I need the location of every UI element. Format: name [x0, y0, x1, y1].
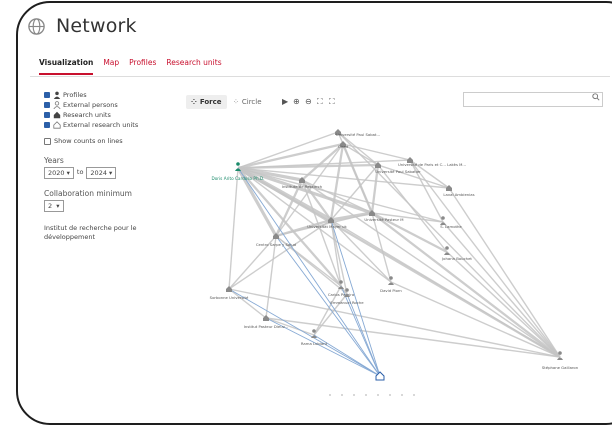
graph-node-research-unit[interactable]	[375, 371, 385, 381]
graph-node-label: Université Paul Sabatier	[375, 169, 421, 174]
graph-node-label: Institute de Research	[282, 184, 323, 189]
graph-edge	[265, 235, 277, 319]
graph-edge-highlighted	[330, 219, 381, 377]
graph-node-person[interactable]: S. Lamothe	[440, 216, 462, 229]
graph-node-label: Université Pasteur M	[364, 217, 403, 222]
graph-node-label: Université de Paris et C... Lakès M...	[398, 162, 466, 167]
graph-node-label: Centro Sarpe y Salud	[256, 242, 297, 247]
graph-node-label: Rama Lubiant	[301, 341, 328, 346]
graph-node-label: Cirad	[338, 144, 349, 149]
network-graph[interactable]: Doris Arito Cardoso Ph.D. Université Paul…	[0, 0, 612, 404]
graph-edge	[237, 163, 379, 170]
graph-node-unit[interactable]: Sorbonne Université	[210, 286, 249, 300]
graph-node-person[interactable]: David Piorn	[380, 276, 402, 293]
graph-edge-highlighted	[275, 235, 381, 377]
graph-node-label: Laval Ambienias	[443, 192, 474, 197]
graph-node-label: Institut Pasteur Dieuv...	[244, 324, 288, 329]
graph-node-unit[interactable]: Laval Ambienias	[443, 185, 475, 197]
graph-node-label: Doris Arito Cardoso Ph.D.	[212, 176, 265, 181]
graph-node-label: Université Paul Sabat...	[336, 132, 380, 137]
graph-node-person[interactable]: Carlos Pereira	[328, 280, 354, 297]
pagination-dots	[329, 394, 415, 396]
graph-node-label: Johann Bouchet	[441, 256, 472, 261]
graph-node-unit[interactable]: Institut Pasteur Dieuv...	[244, 315, 288, 329]
graph-node-label: Sorbonne Université	[210, 295, 249, 300]
graph-node-label: Carlos Pereira	[328, 292, 354, 297]
graph-node-label: Emmanuel Roche	[330, 300, 364, 305]
graph-node-unit[interactable]: Université Paul Sabat...	[335, 129, 380, 137]
graph-node-label: David Piorn	[380, 288, 402, 293]
graph-node-unit[interactable]: Centro Sarpe y Salud	[256, 233, 297, 247]
graph-node-person[interactable]: Johann Bouchet	[441, 246, 472, 261]
graph-node-label: Universität Mayer uk	[307, 224, 347, 229]
graph-edge	[446, 251, 561, 358]
graph-node-unit[interactable]: Université de Paris et C... Lakès M...	[398, 157, 466, 167]
graph-node-label: S. Lamothe	[440, 224, 462, 229]
research-unit-icon	[375, 371, 385, 381]
graph-edge	[228, 167, 239, 290]
graph-node-label: Stéphane Gaillaron	[542, 365, 579, 370]
graph-node-unit[interactable]: Cirad	[338, 141, 349, 149]
